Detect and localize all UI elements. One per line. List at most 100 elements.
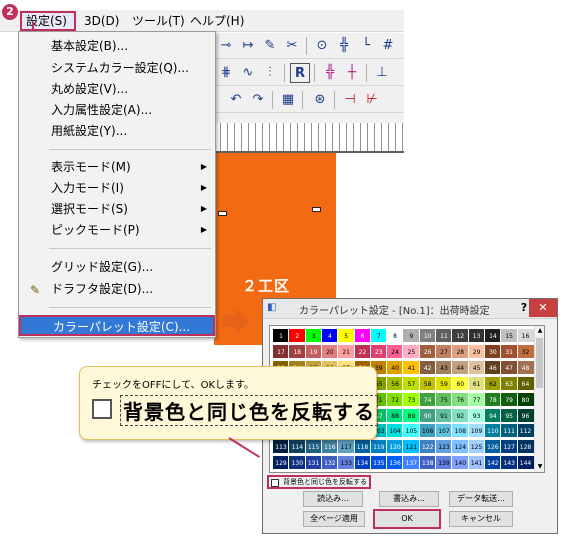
- palette-color-cell[interactable]: 126: [483, 439, 502, 455]
- palette-color-cell[interactable]: 11: [435, 328, 453, 343]
- layer-icon[interactable]: ╬: [320, 63, 340, 83]
- menu-item-display-mode[interactable]: 表示モード(M) ▶: [19, 157, 215, 177]
- palette-color-cell[interactable]: 132: [320, 455, 339, 471]
- scroll-down-icon[interactable]: ▼: [535, 462, 545, 472]
- palette-color-cell[interactable]: 22: [353, 343, 372, 359]
- menu-item-select-mode[interactable]: 選択モード(S) ▶: [19, 199, 215, 219]
- palette-color-cell[interactable]: 42: [418, 359, 437, 375]
- palette-color-cell[interactable]: 21: [337, 343, 356, 359]
- palette-color-cell[interactable]: 137: [402, 455, 421, 471]
- palette-color-cell[interactable]: 116: [320, 439, 339, 455]
- palette-color-cell[interactable]: 136: [386, 455, 405, 471]
- apply-all-pages-button[interactable]: 全ページ適用: [303, 511, 365, 527]
- color-palette-icon[interactable]: ▦: [278, 90, 298, 110]
- palette-color-cell[interactable]: 23: [369, 343, 388, 359]
- palette-color-cell[interactable]: 12: [451, 328, 470, 343]
- snap-point-icon[interactable]: ⊙: [312, 36, 332, 56]
- layer-add-icon[interactable]: ┼: [342, 63, 362, 83]
- palette-color-cell[interactable]: 61: [467, 375, 486, 391]
- palette-color-cell[interactable]: 4: [320, 328, 339, 343]
- palette-color-cell[interactable]: 108: [451, 423, 470, 439]
- trim-tool-icon[interactable]: ✂: [282, 36, 302, 56]
- palette-color-cell[interactable]: 88: [386, 407, 405, 423]
- palette-color-cell[interactable]: 8: [386, 328, 405, 343]
- palette-color-cell[interactable]: 143: [500, 455, 519, 471]
- palette-color-cell[interactable]: 57: [402, 375, 421, 391]
- scroll-thumb[interactable]: [536, 338, 543, 388]
- palette-color-cell[interactable]: 28: [451, 343, 470, 359]
- redo-icon[interactable]: ↷: [248, 90, 268, 110]
- palette-color-cell[interactable]: 135: [369, 455, 388, 471]
- palette-color-cell[interactable]: 141: [467, 455, 486, 471]
- menu-item-rounding[interactable]: 丸め設定(V)...: [19, 79, 215, 99]
- palette-color-cell[interactable]: 92: [451, 407, 470, 423]
- palette-color-cell[interactable]: 48: [516, 359, 535, 375]
- palette-color-cell[interactable]: 16: [516, 328, 535, 343]
- palette-color-cell[interactable]: 40: [386, 359, 405, 375]
- palette-color-cell[interactable]: 113: [272, 439, 290, 455]
- palette-color-cell[interactable]: 106: [418, 423, 437, 439]
- palette-color-cell[interactable]: 107: [435, 423, 453, 439]
- menu-item-paper[interactable]: 用紙設定(Y)...: [19, 121, 215, 141]
- palette-color-cell[interactable]: 139: [435, 455, 453, 471]
- palette-color-cell[interactable]: 24: [386, 343, 405, 359]
- dimension-icon[interactable]: ⊥: [372, 63, 392, 83]
- palette-color-cell[interactable]: 5: [337, 328, 356, 343]
- palette-color-cell[interactable]: 125: [467, 439, 486, 455]
- palette-color-cell[interactable]: 122: [418, 439, 437, 455]
- palette-color-cell[interactable]: 18: [288, 343, 307, 359]
- snap-cross-icon[interactable]: ╬: [334, 36, 354, 56]
- palette-color-cell[interactable]: 56: [386, 375, 405, 391]
- palette-color-cell[interactable]: 95: [500, 407, 519, 423]
- palette-color-cell[interactable]: 127: [500, 439, 519, 455]
- palette-color-cell[interactable]: 62: [483, 375, 502, 391]
- menu-item-color-palette[interactable]: カラーパレット設定(C)...: [19, 315, 215, 336]
- palette-color-cell[interactable]: 6: [353, 328, 372, 343]
- menu-settings[interactable]: 設定(S): [20, 11, 76, 31]
- close-button[interactable]: ✕: [529, 299, 557, 317]
- palette-color-cell[interactable]: 15: [500, 328, 519, 343]
- palette-color-cell[interactable]: 32: [516, 343, 535, 359]
- palette-color-cell[interactable]: 78: [483, 391, 502, 407]
- palette-color-cell[interactable]: 72: [386, 391, 405, 407]
- palette-color-cell[interactable]: 129: [272, 455, 290, 471]
- palette-color-cell[interactable]: 10: [418, 328, 437, 343]
- palette-color-cell[interactable]: 80: [516, 391, 535, 407]
- palette-color-cell[interactable]: 134: [353, 455, 372, 471]
- palette-color-cell[interactable]: 110: [483, 423, 502, 439]
- palette-color-cell[interactable]: 112: [516, 423, 535, 439]
- palette-color-cell[interactable]: 13: [467, 328, 486, 343]
- palette-color-cell[interactable]: 2: [288, 328, 307, 343]
- palette-color-cell[interactable]: 25: [402, 343, 421, 359]
- palette-color-cell[interactable]: 1: [272, 328, 290, 343]
- move-tool-icon[interactable]: ↦: [238, 36, 258, 56]
- menu-item-grid[interactable]: グリッド設定(G)...: [19, 257, 215, 277]
- palette-color-cell[interactable]: 128: [516, 439, 535, 455]
- palette-color-cell[interactable]: 120: [386, 439, 405, 455]
- menu-item-drafter[interactable]: ドラフタ設定(D)...: [19, 279, 215, 299]
- palette-color-cell[interactable]: 30: [483, 343, 502, 359]
- palette-color-cell[interactable]: 91: [435, 407, 453, 423]
- undo-icon[interactable]: ↶: [226, 90, 246, 110]
- palette-color-cell[interactable]: 114: [288, 439, 307, 455]
- palette-color-cell[interactable]: 94: [483, 407, 502, 423]
- palette-color-cell[interactable]: 64: [516, 375, 535, 391]
- write-button[interactable]: 書込み...: [379, 491, 439, 507]
- palette-color-cell[interactable]: 9: [402, 328, 421, 343]
- palette-color-cell[interactable]: 123: [435, 439, 453, 455]
- palette-color-cell[interactable]: 124: [451, 439, 470, 455]
- menu-help[interactable]: ヘルプ(H): [186, 13, 248, 30]
- palette-color-cell[interactable]: 96: [516, 407, 535, 423]
- scroll-up-icon[interactable]: ▲: [535, 326, 545, 336]
- palette-color-cell[interactable]: 133: [337, 455, 356, 471]
- palette-color-cell[interactable]: 131: [304, 455, 323, 471]
- palette-color-cell[interactable]: 60: [451, 375, 470, 391]
- palette-scrollbar[interactable]: ▲ ▼: [534, 326, 544, 472]
- palette-color-cell[interactable]: 43: [435, 359, 453, 375]
- palette-color-cell[interactable]: 142: [483, 455, 502, 471]
- palette-color-cell[interactable]: 118: [353, 439, 372, 455]
- palette-color-cell[interactable]: 19: [304, 343, 323, 359]
- ok-button[interactable]: OK: [373, 509, 441, 529]
- snap-corner-icon[interactable]: └: [356, 36, 376, 56]
- palette-color-cell[interactable]: 29: [467, 343, 486, 359]
